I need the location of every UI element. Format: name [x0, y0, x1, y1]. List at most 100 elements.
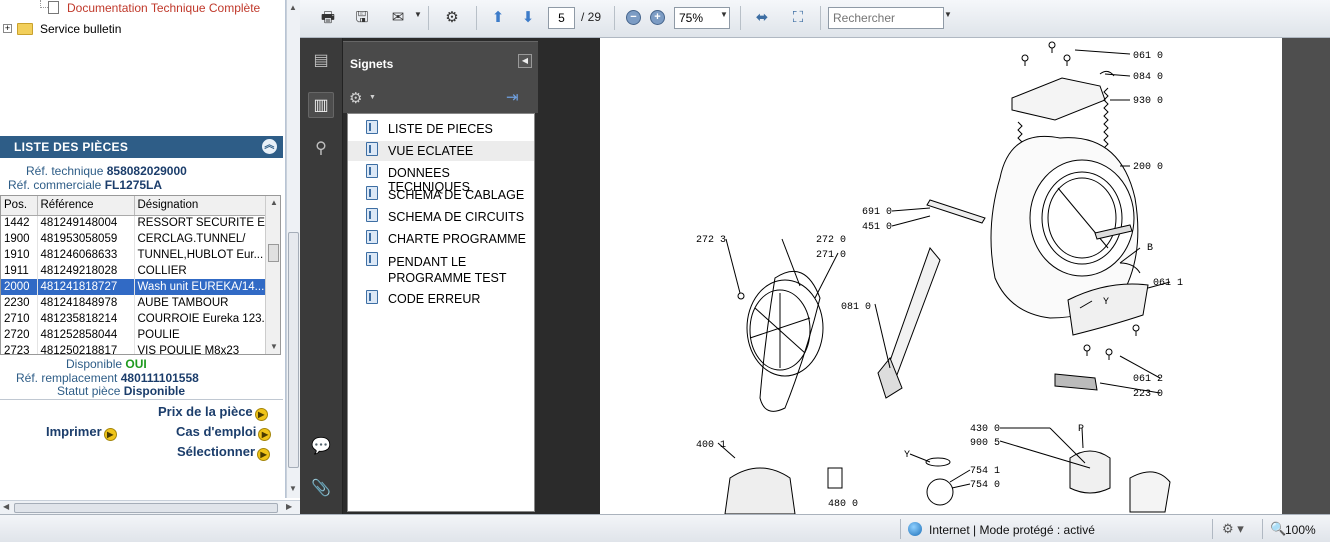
doc-technique-link[interactable]: Documentation Technique Complète	[67, 1, 260, 15]
bookmark-label: CODE ERREUR	[388, 292, 481, 306]
table-cell-des: Wash unit EUREKA/14...	[134, 279, 266, 295]
column-header-reference[interactable]: Référence	[37, 196, 135, 216]
bookmarks-panel: Signets ◀ ⚙ ▼ ⇥ LISTE DE PIECES VUE ECLA…	[343, 38, 600, 514]
bookmark-schema-cablage[interactable]: SCHEMA DE CABLAGE	[348, 185, 534, 205]
cas-emploi-button[interactable]: Cas d'emploi ▶	[176, 424, 272, 441]
chevron-down-icon[interactable]: ▼	[720, 10, 728, 19]
document-icon	[48, 1, 59, 14]
table-row[interactable]: 1900 481953058059 CERCLAG.TUNNEL/	[1, 231, 266, 247]
bookmark-liste-pieces[interactable]: LISTE DE PIECES	[348, 119, 534, 139]
fit-page-icon[interactable]: ⛶	[786, 7, 810, 29]
zoom-icon[interactable]: 🔍	[1270, 521, 1286, 537]
imprimer-button[interactable]: Imprimer ▶	[46, 424, 117, 441]
table-cell-pos: 1910	[1, 247, 38, 263]
bookmark-vue-eclatee[interactable]: VUE ECLATEE	[348, 141, 534, 161]
table-row[interactable]: 2230 481241848978 AUBE TAMBOUR	[1, 295, 266, 311]
expand-bookmark-icon[interactable]: ⇥	[506, 88, 519, 106]
scroll-thumb[interactable]	[268, 244, 279, 262]
disponible-line: Disponible OUI	[66, 357, 147, 371]
ref-commerciale: Réf. commerciale FL1275LA	[8, 178, 162, 192]
collaborate-icon[interactable]: ⚙	[440, 7, 464, 29]
pages-icon[interactable]: ▤	[308, 48, 334, 74]
bookmark-schema-circuits[interactable]: SCHEMA DE CIRCUITS	[348, 207, 534, 227]
table-cell-ref: 481249148004	[37, 215, 135, 231]
scroll-up-icon[interactable]: ▲	[289, 3, 297, 12]
fit-width-icon[interactable]: ⬌	[750, 7, 774, 29]
ref-technique-value: 858082029000	[106, 164, 187, 178]
collapse-icon[interactable]: ︽	[262, 139, 277, 154]
attachment-icon[interactable]: 📎	[308, 476, 334, 502]
bookmark-charte-programme[interactable]: CHARTE PROGRAMME	[348, 229, 534, 249]
tub-opening	[1029, 159, 1135, 277]
diagram-label: 900 5	[970, 438, 1000, 449]
bookmark-label: VUE ECLATEE	[388, 144, 474, 158]
table-cell-pos: 2710	[1, 311, 38, 327]
gear-icon[interactable]: ⚙	[349, 89, 362, 107]
hscroll-thumb[interactable]	[14, 503, 278, 513]
table-row[interactable]: 1911 481249218028 COLLIER	[1, 263, 266, 279]
parts-table[interactable]: Pos. Référence Désignation 1442 481249148…	[0, 195, 281, 355]
chevron-down-icon[interactable]: ▼	[369, 94, 376, 101]
scroll-thumb[interactable]	[288, 232, 299, 468]
service-bulletin-item[interactable]: Service bulletin	[40, 22, 121, 36]
go-arrow-icon: ▶	[258, 428, 272, 441]
share-icon[interactable]: ✉	[386, 7, 410, 29]
pdf-page[interactable]: 061 0 084 0 930 0 200 0 691 0 451 0 272 …	[600, 38, 1282, 514]
status-divider	[900, 519, 901, 539]
parts-table-scrollbar[interactable]: ▲ ▼	[265, 196, 280, 354]
bookmark-code-erreur[interactable]: CODE ERREUR	[348, 289, 534, 309]
table-row[interactable]: 2720 481252858044 POULIE	[1, 327, 266, 343]
scroll-up-icon[interactable]: ▲	[270, 198, 278, 207]
ref-technique-label: Réf. technique	[26, 164, 104, 178]
scroll-down-icon[interactable]: ▼	[270, 342, 278, 351]
navigation-rail: ▤ ▥ ⚲ 💬 📎	[300, 38, 343, 514]
next-page-icon[interactable]: ⬇	[516, 7, 540, 29]
scroll-right-icon[interactable]: ▶	[286, 502, 292, 511]
remplacement-label: Réf. remplacement	[16, 371, 118, 385]
save-icon[interactable]: 🖫	[350, 7, 374, 29]
diagram-label: 081 0	[841, 302, 871, 313]
prix-piece-button[interactable]: Prix de la pièce ▶	[158, 404, 268, 421]
table-cell-des: POULIE	[134, 327, 266, 343]
scroll-down-icon[interactable]: ▼	[289, 484, 297, 493]
divider	[0, 399, 283, 400]
selectionner-button[interactable]: Sélectionner ▶	[177, 444, 271, 461]
table-row[interactable]: 1442 481249148004 RESSORT SECURITE E...	[1, 215, 266, 231]
column-header-pos[interactable]: Pos.	[1, 196, 38, 216]
tools-icon[interactable]: ⚙ ▾	[1222, 521, 1244, 537]
page-total: / 29	[581, 10, 602, 24]
collapse-panel-icon[interactable]: ◀	[518, 54, 532, 68]
chevron-down-icon[interactable]: ▼	[414, 10, 422, 19]
security-zone[interactable]: Internet | Mode protégé : activé	[929, 523, 1095, 537]
sidebar-scrollbar[interactable]: ▲ ▼	[286, 0, 300, 498]
table-cell-ref: 481241848978	[37, 295, 135, 311]
bookmark-icon	[366, 186, 378, 200]
table-row[interactable]: 2000 481241818727 Wash unit EUREKA/14...	[1, 279, 266, 295]
table-cell-pos: 2000	[1, 279, 38, 295]
search-input[interactable]	[828, 7, 944, 29]
toolbar-separator	[820, 6, 821, 30]
status-divider	[1212, 519, 1213, 539]
comments-icon[interactable]: 💬	[308, 434, 334, 460]
table-row[interactable]: 2723 481250218817 VIS POULIE M8x23	[1, 343, 266, 354]
table-cell-pos: 1442	[1, 215, 38, 231]
prev-page-icon[interactable]: ⬆	[486, 7, 510, 29]
bookmark-donnees-techniques[interactable]: DONNEES TECHNIQUES	[348, 163, 534, 194]
print-icon[interactable]: 🖶	[316, 7, 340, 29]
zoom-level[interactable]: 100%	[1285, 523, 1316, 537]
column-header-designation[interactable]: Désignation	[134, 196, 266, 216]
page-number-input[interactable]	[548, 7, 575, 29]
binoculars-icon[interactable]: ⚲	[308, 136, 334, 162]
zoom-out-icon[interactable]: −	[626, 10, 641, 25]
table-row[interactable]: 1910 481246068633 TUNNEL,HUBLOT Eur...	[1, 247, 266, 263]
diagram-label: 061 0	[1133, 51, 1163, 62]
expand-icon[interactable]: +	[3, 24, 12, 33]
scroll-left-icon[interactable]: ◀	[3, 502, 9, 511]
table-row[interactable]: 2710 481235818214 COURROIE Eureka 123...	[1, 311, 266, 327]
sidebar-hscrollbar[interactable]: ◀ ▶	[0, 500, 300, 514]
screw-part	[1048, 41, 1056, 53]
chevron-down-icon[interactable]: ▼	[944, 10, 952, 19]
bookmarks-icon[interactable]: ▥	[308, 92, 334, 118]
zoom-in-icon[interactable]: +	[650, 10, 665, 25]
bookmark-programme-test[interactable]: PENDANT LE PROGRAMME TEST	[348, 251, 534, 287]
